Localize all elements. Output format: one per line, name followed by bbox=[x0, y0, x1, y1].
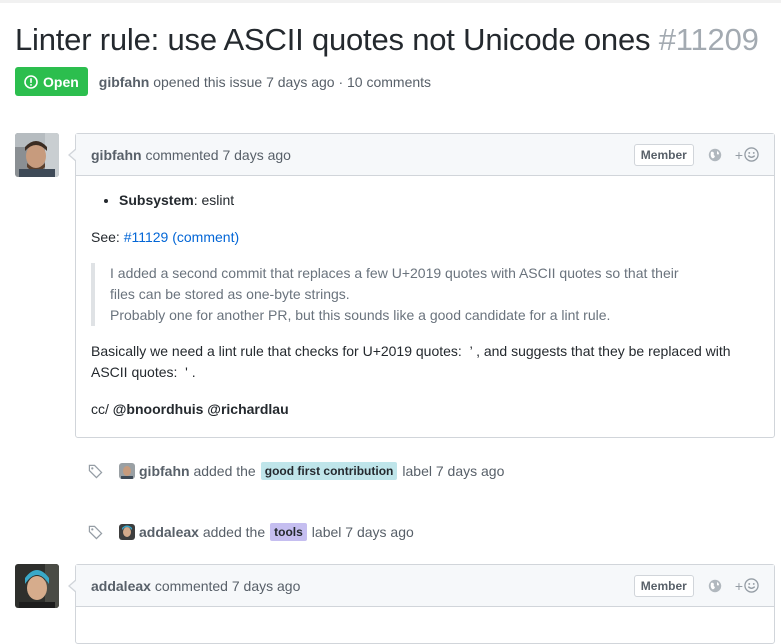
issue-opened-text: opened this issue 7 days ago · 10 commen… bbox=[153, 73, 432, 90]
member-badge: Member bbox=[633, 574, 694, 597]
comment: gibfahn commented 7 days ago Member + Su… bbox=[68, 133, 775, 438]
tag-icon bbox=[88, 464, 104, 479]
comment-timestamp[interactable]: commented 7 days ago bbox=[155, 578, 301, 594]
event-suffix[interactable]: label 7 days ago bbox=[402, 463, 504, 479]
label-event: addaleax added the tools label 7 days ag… bbox=[88, 523, 414, 541]
comment-author[interactable]: gibfahn bbox=[91, 147, 142, 163]
event-actor[interactable]: gibfahn bbox=[139, 463, 190, 479]
subsystem-value: : eslint bbox=[193, 192, 235, 208]
issue-meta-text: gibfahn opened this issue 7 days ago · 1… bbox=[99, 74, 431, 90]
list-item: Subsystem: eslint bbox=[119, 190, 759, 211]
quote-line: I added a second commit that replaces a … bbox=[110, 265, 679, 281]
issue-title: Linter rule: use ASCII quotes not Unicod… bbox=[15, 22, 759, 58]
comment-timestamp[interactable]: commented 7 days ago bbox=[145, 147, 291, 163]
comment-header: gibfahn commented 7 days ago Member + bbox=[76, 134, 774, 176]
event-verb: added the bbox=[193, 463, 256, 479]
plus-icon: + bbox=[734, 577, 743, 594]
globe-icon bbox=[708, 579, 722, 593]
comment-author[interactable]: addaleax bbox=[91, 578, 151, 594]
tag-icon bbox=[88, 525, 104, 540]
see-line: See: #11129 (comment) bbox=[91, 227, 759, 248]
quote-line: files can be stored as one-byte strings. bbox=[110, 286, 350, 302]
add-reaction-button[interactable]: + bbox=[735, 578, 759, 594]
smiley-icon bbox=[744, 578, 759, 593]
issue-opener-link[interactable]: gibfahn bbox=[99, 74, 150, 90]
mention-links[interactable]: @bnoordhuis @richardlau bbox=[113, 401, 289, 417]
status-badge-label: Open bbox=[43, 73, 79, 90]
reference-link[interactable]: #11129 (comment) bbox=[124, 229, 239, 245]
issue-meta: Open gibfahn opened this issue 7 days ag… bbox=[15, 67, 431, 96]
cc-prefix: cc/ bbox=[91, 401, 113, 417]
see-label: See: bbox=[91, 229, 120, 245]
add-reaction-button[interactable]: + bbox=[735, 147, 759, 163]
issue-title-text: Linter rule: use ASCII quotes not Unicod… bbox=[15, 22, 651, 57]
label-badge[interactable]: good first contribution bbox=[260, 462, 398, 480]
comment: addaleax commented 7 days ago Member + bbox=[68, 564, 775, 644]
smiley-icon bbox=[744, 147, 759, 162]
cc-line: cc/ @bnoordhuis @richardlau bbox=[91, 399, 759, 420]
label-event: gibfahn added the good first contributio… bbox=[88, 462, 504, 480]
globe-icon bbox=[708, 148, 722, 162]
avatar[interactable] bbox=[15, 133, 59, 177]
member-badge: Member bbox=[633, 143, 694, 166]
blockquote: I added a second commit that replaces a … bbox=[91, 263, 759, 326]
body-paragraph: Basically we need a lint rule that check… bbox=[91, 343, 734, 380]
event-actor[interactable]: addaleax bbox=[139, 524, 199, 540]
event-suffix[interactable]: label 7 days ago bbox=[312, 524, 414, 540]
plus-icon: + bbox=[734, 146, 743, 163]
comment-body: Subsystem: eslint See: #11129 (comment) … bbox=[76, 176, 774, 420]
label-badge[interactable]: tools bbox=[270, 523, 307, 541]
event-verb: added the bbox=[202, 524, 266, 540]
quote-line: Probably one for another PR, but this so… bbox=[110, 307, 611, 323]
top-divider bbox=[0, 0, 781, 3]
issue-number: #11209 bbox=[658, 22, 759, 57]
avatar[interactable] bbox=[119, 463, 135, 479]
status-badge: Open bbox=[15, 67, 88, 96]
avatar[interactable] bbox=[119, 524, 135, 540]
comment-header: addaleax commented 7 days ago Member + bbox=[76, 565, 774, 607]
avatar[interactable] bbox=[15, 564, 59, 608]
alert-circle-icon bbox=[24, 74, 38, 89]
subsystem-label: Subsystem bbox=[119, 192, 194, 208]
